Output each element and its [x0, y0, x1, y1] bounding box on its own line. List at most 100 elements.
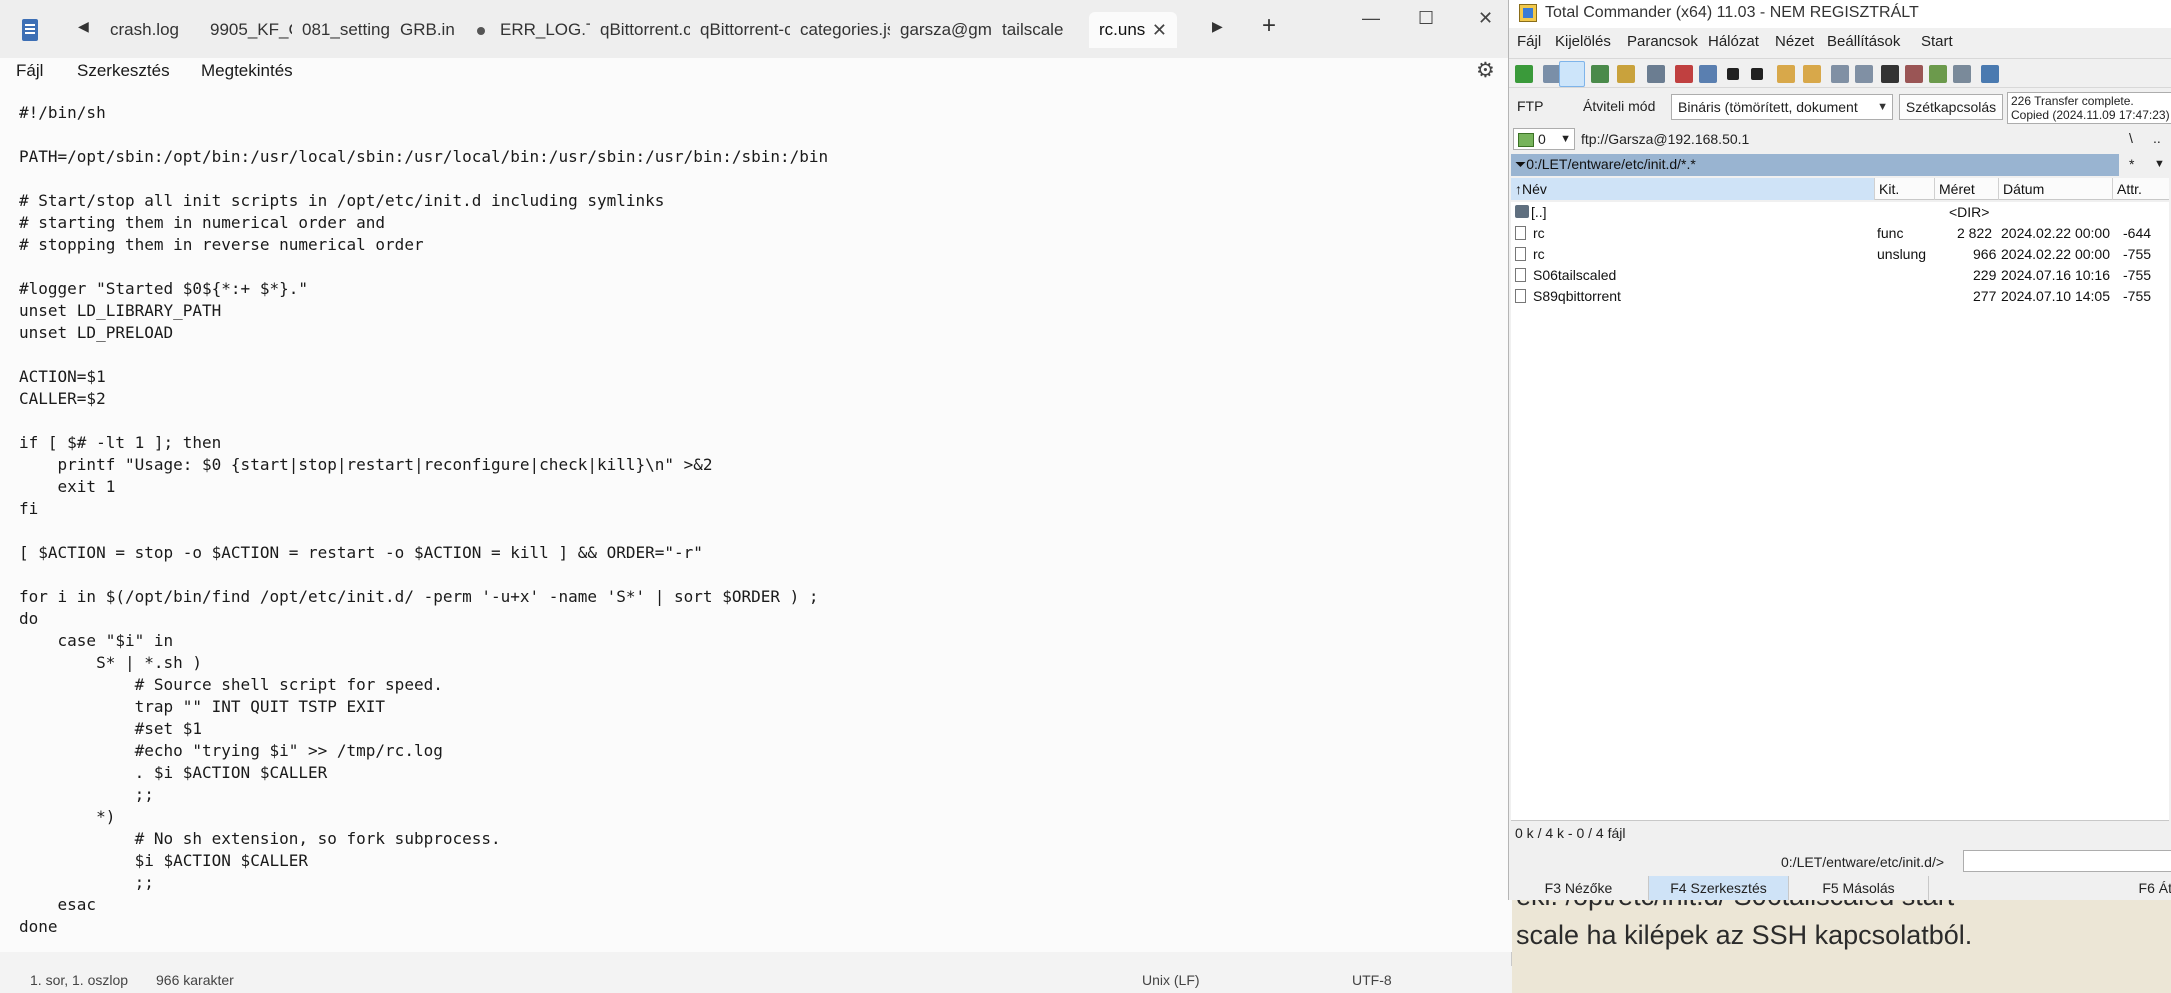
- notepad-menubar: Fájl Szerkesztés Megtekintés: [0, 58, 1512, 94]
- background-text-line: scale ha kilépek az SSH kapcsolatból.: [1516, 920, 1973, 950]
- tc-title: Total Commander (x64) 11.03 - NEM REGISZ…: [1545, 4, 1919, 21]
- column-name[interactable]: ↑Név: [1511, 178, 1875, 200]
- notepad-tab-active[interactable]: rc.uns ✕: [1089, 12, 1177, 48]
- notepad-icon[interactable]: [1981, 65, 1999, 83]
- tree-view-icon[interactable]: [1617, 65, 1635, 83]
- notepad-tab[interactable]: 081_setting.t: [292, 12, 390, 48]
- sync-dirs-icon[interactable]: [1855, 65, 1873, 83]
- notepad-statusbar: 1. sor, 1. oszlop 966 karakter Unix (LF)…: [0, 966, 1512, 993]
- file-list: [..] <DIR> rc func 2 822 2024.02.22 00:0…: [1511, 202, 2169, 820]
- parent-folder-icon: [1515, 205, 1529, 218]
- encoding[interactable]: UTF-8: [1352, 972, 1392, 988]
- current-path-bar[interactable]: ⏷0:/LET/entware/etc/init.d/*.*: [1511, 154, 2119, 176]
- text-editor[interactable]: #!/bin/sh PATH=/opt/sbin:/opt/bin:/usr/l…: [0, 94, 1512, 952]
- notepad-tab[interactable]: qBittorrent.c: [590, 12, 690, 48]
- notepad-tab[interactable]: qBittorrent-c: [690, 12, 790, 48]
- notepad-titlebar: ◀ crash.log 9905_KF_GS_ 081_setting.t GR…: [0, 0, 1512, 58]
- tc-statusbar: 0 k / 4 k - 0 / 4 fájl: [1511, 820, 2169, 844]
- disconnect-button[interactable]: Szétkapcsolás: [1899, 94, 2003, 120]
- root-dir-button[interactable]: \: [2129, 130, 2133, 146]
- tc-menu-item[interactable]: Nézet: [1775, 33, 1814, 50]
- tab-scroll-right-icon[interactable]: ▶: [1212, 18, 1223, 35]
- share-icon[interactable]: [1953, 65, 1971, 83]
- pack-icon[interactable]: [1777, 65, 1795, 83]
- menu-file[interactable]: Fájl: [16, 61, 43, 81]
- selection-summary: 0 k / 4 k - 0 / 4 fájl: [1515, 825, 1626, 841]
- tc-menu-item[interactable]: Hálózat: [1708, 33, 1759, 50]
- transfer-mode-label: Átviteli mód: [1583, 98, 1656, 114]
- ftp-label: FTP: [1517, 98, 1544, 114]
- tc-menu-item[interactable]: Start: [1921, 33, 1953, 50]
- tc-menu-item[interactable]: Kijelölés: [1555, 33, 1611, 50]
- file-filter[interactable]: *: [2129, 156, 2134, 172]
- f3-view-button[interactable]: F3 Nézőke: [1509, 876, 1649, 900]
- column-attr[interactable]: Attr.: [2113, 178, 2169, 200]
- tc-drive-bar: 0 ▼ ftp://Garsza@192.168.50.1 \ ..: [1509, 126, 2171, 152]
- minimize-icon[interactable]: —: [1362, 8, 1380, 29]
- cursor-position: 1. sor, 1. oszlop: [30, 972, 129, 988]
- notepad-tab[interactable]: 9905_KF_GS_: [200, 12, 292, 48]
- notepad-tab[interactable]: GRB.in: [390, 12, 490, 48]
- notepad-window: ◀ crash.log 9905_KF_GS_ 081_setting.t GR…: [0, 0, 1512, 993]
- close-tab-icon[interactable]: ✕: [1152, 12, 1167, 48]
- tc-titlebar: Total Commander (x64) 11.03 - NEM REGISZ…: [1509, 0, 2171, 28]
- file-row[interactable]: S06tailscaled 229 2024.07.16 10:16 -755: [1511, 265, 2169, 286]
- line-ending[interactable]: Unix (LF): [1142, 972, 1200, 988]
- chevron-down-icon[interactable]: ▼: [2154, 158, 2165, 170]
- forward-arrow-icon[interactable]: [1751, 68, 1763, 80]
- search-binoculars-icon[interactable]: [1881, 65, 1899, 83]
- drive-select[interactable]: 0 ▼: [1513, 128, 1575, 150]
- tc-menubar: Fájl Kijelölés Parancsok Hálózat Nézet B…: [1509, 30, 2171, 56]
- notepad-tab[interactable]: tailscale: [992, 12, 1089, 48]
- menu-edit[interactable]: Szerkesztés: [77, 61, 170, 81]
- notepad-tab[interactable]: crash.log: [100, 12, 200, 48]
- file-row[interactable]: rc func 2 822 2024.02.22 00:00 -644: [1511, 223, 2169, 244]
- tc-menu-item[interactable]: Parancsok: [1627, 33, 1698, 50]
- ftp-log-line: 226 Transfer complete.: [2011, 94, 2134, 108]
- notepad-app-icon: [22, 19, 38, 41]
- tc-command-line: 0:/LET/entware/etc/init.d/>: [1509, 848, 2171, 874]
- notepad-tab[interactable]: garsza@gma: [890, 12, 992, 48]
- command-line-path: 0:/LET/entware/etc/init.d/>: [1781, 854, 1945, 870]
- f6-move-button[interactable]: F6 Át: [1929, 876, 2171, 900]
- tc-menu-item[interactable]: Beállítások: [1827, 33, 1900, 50]
- ftp-connect-icon[interactable]: [1675, 65, 1693, 83]
- ftp-log[interactable]: 226 Transfer complete. Copied (2024.11.0…: [2007, 92, 2171, 124]
- column-size[interactable]: Méret: [1935, 178, 1999, 200]
- parent-dir-button[interactable]: ..: [2153, 130, 2161, 146]
- notepad-tab[interactable]: categories.js: [790, 12, 890, 48]
- menu-view[interactable]: Megtekintés: [201, 61, 293, 81]
- column-ext[interactable]: Kit.: [1875, 178, 1935, 200]
- tc-menu-item[interactable]: Fájl: [1517, 33, 1541, 50]
- ftp-log-line: Copied (2024.11.09 17:47:23): [2011, 108, 2170, 122]
- file-row[interactable]: S89qbittorrent 277 2024.07.10 14:05 -755: [1511, 286, 2169, 307]
- tab-scroll-left-icon[interactable]: ◀: [78, 18, 89, 35]
- file-row[interactable]: rc unslung 966 2024.02.22 00:00 -755: [1511, 244, 2169, 265]
- settings-gear-icon[interactable]: ⚙: [1476, 58, 1495, 83]
- editor-content[interactable]: #!/bin/sh PATH=/opt/sbin:/opt/bin:/usr/l…: [19, 102, 828, 938]
- f5-copy-button[interactable]: F5 Másolás: [1789, 876, 1929, 900]
- command-line-input[interactable]: [1963, 850, 2171, 872]
- delete-icon[interactable]: [1905, 65, 1923, 83]
- close-window-icon[interactable]: ✕: [1478, 8, 1493, 29]
- maximize-icon[interactable]: ☐: [1418, 8, 1434, 29]
- tc-ftp-bar: FTP Átviteli mód Bináris (tömörített, do…: [1509, 90, 2171, 124]
- back-arrow-icon[interactable]: [1727, 68, 1739, 80]
- chevron-down-icon: ▼: [1560, 133, 1571, 145]
- column-date[interactable]: Dátum: [1999, 178, 2113, 200]
- unpack-icon[interactable]: [1803, 65, 1821, 83]
- thumbnail-view-icon[interactable]: [1591, 65, 1609, 83]
- full-view-icon[interactable]: [1559, 61, 1585, 87]
- transfer-mode-select[interactable]: Bináris (tömörített, dokument ▼: [1671, 94, 1893, 120]
- ftp-new-icon[interactable]: [1699, 65, 1717, 83]
- invert-selection-icon[interactable]: [1647, 65, 1665, 83]
- new-tab-button[interactable]: +: [1262, 12, 1276, 40]
- current-path: ⏷0:/LET/entware/etc/init.d/*.*: [1515, 156, 1696, 172]
- refresh-icon[interactable]: [1515, 65, 1533, 83]
- f4-edit-button[interactable]: F4 Szerkesztés: [1649, 876, 1789, 900]
- file-row[interactable]: [..] <DIR>: [1511, 202, 2169, 223]
- notepad-tab[interactable]: ERR_LOG.TXT: [490, 12, 590, 48]
- notepad-tab-strip: crash.log 9905_KF_GS_ 081_setting.t GRB.…: [100, 12, 1177, 48]
- multi-rename-icon[interactable]: [1831, 65, 1849, 83]
- compare-icon[interactable]: [1929, 65, 1947, 83]
